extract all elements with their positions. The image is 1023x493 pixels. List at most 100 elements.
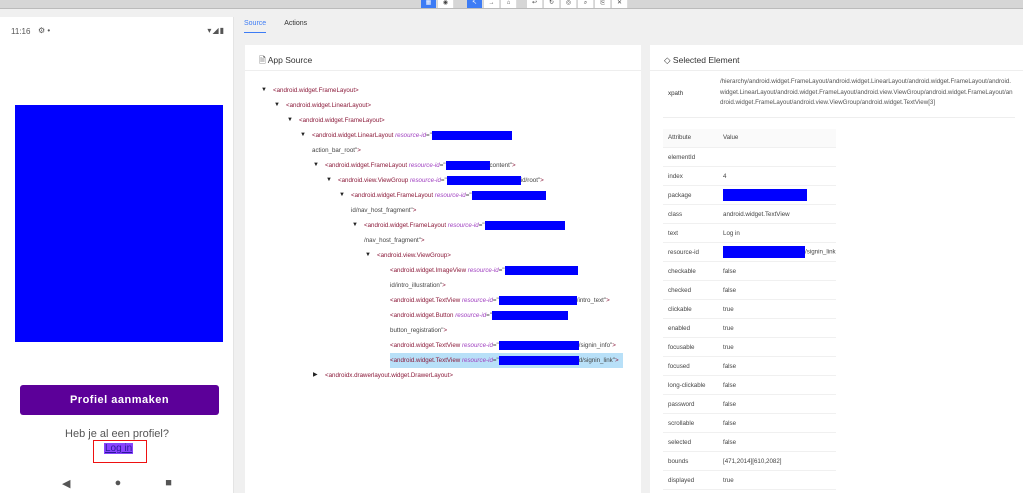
- expand-toggle-icon[interactable]: ▼: [365, 248, 371, 263]
- back-icon[interactable]: ↩: [527, 0, 543, 8]
- settings-icon: ⚙ •: [38, 26, 51, 35]
- expand-toggle-icon[interactable]: ▼: [261, 83, 267, 98]
- attribute-name: scrollable: [663, 413, 718, 433]
- tree-node[interactable]: ▼ <android.view.ViewGroup resource-id=" id…: [326, 173, 573, 188]
- nav-bar: ◀ ● ■: [0, 477, 234, 490]
- attribute-row: focusable true: [663, 337, 836, 357]
- tree-node[interactable]: <android.widget.Button resource-id="butt…: [390, 308, 625, 338]
- attribute-value: false: [718, 356, 836, 376]
- tree-node[interactable]: ▼ <android.widget.FrameLayout resource-id…: [352, 218, 599, 248]
- attribute-value: [471,2014][610,2082]: [718, 451, 836, 471]
- expand-toggle-icon[interactable]: ▼: [274, 98, 280, 113]
- attribute-row: clickable true: [663, 299, 836, 319]
- expand-toggle-icon[interactable]: ▼: [326, 173, 332, 188]
- copy-icon[interactable]: ⎘: [595, 0, 611, 8]
- redacted-value: [723, 246, 805, 258]
- select-icon[interactable]: ↖: [467, 0, 483, 8]
- xpath-value: /hierarchy/android.widget.FrameLayout/an…: [720, 78, 1013, 106]
- attribute-name: resource-id: [663, 242, 718, 262]
- attribute-row: scrollable false: [663, 413, 836, 433]
- app-source-panel: 🗎 App Source ▼ <android.widget.FrameLayou…: [245, 45, 641, 493]
- col-header: Value: [718, 128, 836, 148]
- xpath-label: xpath: [668, 90, 684, 97]
- attr-name: resource-id: [447, 222, 479, 229]
- attr-name: resource-id: [395, 132, 427, 139]
- close-icon[interactable]: ✕: [612, 0, 628, 8]
- eye-icon[interactable]: ◎: [561, 0, 577, 8]
- tag-icon: ◇: [664, 55, 671, 65]
- attr-name: resource-id: [461, 297, 493, 304]
- attribute-row: resource-id/signin_link: [663, 242, 836, 262]
- redacted-value: [491, 310, 568, 320]
- grid-icon[interactable]: ▦: [421, 0, 437, 8]
- attribute-name: text: [663, 223, 718, 243]
- attr-name: resource-id: [455, 312, 487, 319]
- node-tag: <android.widget.TextView: [390, 297, 462, 304]
- refresh-icon[interactable]: ↻: [544, 0, 560, 8]
- source-tree: ▼ <android.widget.FrameLayout> ▼ <android.w…: [245, 71, 641, 383]
- tree-node[interactable]: ▼ <android.widget.LinearLayout>: [274, 98, 521, 113]
- tree-node[interactable]: <android.widget.TextView resource-id="/s…: [390, 338, 625, 353]
- attr-name: resource-id: [467, 267, 499, 274]
- attribute-value: false: [718, 261, 836, 281]
- tree-node[interactable]: <android.widget.ImageView resource-id="i…: [390, 263, 625, 293]
- redacted-value: [445, 160, 490, 170]
- redacted-value: [471, 190, 546, 200]
- redacted-value: [484, 220, 565, 230]
- tree-node[interactable]: ▼ <android.view.ViewGroup>: [365, 248, 612, 263]
- back-icon[interactable]: ◀: [62, 477, 70, 490]
- status-icons: ▾◢▮: [207, 26, 225, 35]
- panel-title: App Source: [267, 55, 313, 65]
- expand-toggle-icon[interactable]: ▼: [352, 218, 358, 233]
- attribute-name: checked: [663, 280, 718, 300]
- attribute-row: package: [663, 185, 836, 205]
- selected-element-panel: ◇ Selected Element xpath /hierarchy/andr…: [650, 45, 1023, 493]
- node-tag: <android.view.ViewGroup: [338, 177, 410, 184]
- attributes-table: Attribute Value elementId index 4 package cla…: [663, 128, 836, 490]
- tree-node[interactable]: ▼ <android.widget.FrameLayout>: [261, 83, 508, 98]
- attribute-row: checkable false: [663, 261, 836, 281]
- expand-toggle-icon[interactable]: ▼: [300, 128, 306, 143]
- redacted-value: [498, 295, 577, 305]
- expand-toggle-icon[interactable]: ▼: [313, 158, 319, 173]
- attribute-name: displayed: [663, 470, 718, 490]
- file-icon: 🗎: [259, 55, 266, 65]
- attribute-value: true: [718, 318, 836, 338]
- tree-node[interactable]: <android.widget.TextView resource-id="/i…: [390, 293, 625, 308]
- signin-link[interactable]: Log in: [104, 443, 134, 454]
- attr-name: resource-id: [408, 162, 440, 169]
- tap-icon[interactable]: ⌂: [501, 0, 517, 8]
- attribute-value: android.widget.TextView: [718, 204, 836, 224]
- attribute-row: displayed true: [663, 470, 836, 490]
- device-screen: 11:16 ⚙ • ▾◢▮ Profiel aanmaken Heb je al…: [0, 17, 234, 493]
- attribute-row: enabled true: [663, 318, 836, 338]
- recents-icon[interactable]: ■: [165, 477, 172, 490]
- tree-node[interactable]: ▼ <android.widget.FrameLayout>: [287, 113, 534, 128]
- status-time: 11:16: [11, 27, 31, 36]
- attribute-row: text Log in: [663, 223, 836, 243]
- expand-toggle-icon[interactable]: ▶: [313, 368, 318, 383]
- home-icon[interactable]: ●: [115, 477, 122, 490]
- globe-icon[interactable]: ◉: [438, 0, 454, 8]
- attribute-name: enabled: [663, 318, 718, 338]
- xpath-row: xpath /hierarchy/android.widget.FrameLay…: [663, 71, 1015, 118]
- tree-node[interactable]: ▼ <android.widget.FrameLayout resource-id…: [313, 158, 560, 173]
- swipe-icon[interactable]: →: [484, 0, 500, 8]
- intro-illustration[interactable]: [15, 105, 223, 342]
- attribute-row: checked false: [663, 280, 836, 300]
- search-icon[interactable]: ⌕: [578, 0, 594, 8]
- attribute-name: clickable: [663, 299, 718, 319]
- expand-toggle-icon[interactable]: ▼: [339, 188, 345, 203]
- col-header: Attribute: [663, 128, 718, 148]
- tree-node[interactable]: <android.widget.TextView resource-id=" d/…: [390, 353, 623, 368]
- tree-node[interactable]: ▶ <androidx.drawerlayout.widget.DrawerLay…: [313, 368, 560, 383]
- expand-toggle-icon[interactable]: ▼: [287, 113, 293, 128]
- tree-node[interactable]: ▼ <android.widget.FrameLayout resource-id…: [339, 188, 586, 218]
- tree-node[interactable]: ▼ <android.widget.LinearLayout resource-i…: [300, 128, 547, 158]
- attribute-name: focusable: [663, 337, 718, 357]
- tab-source[interactable]: Source: [244, 20, 267, 33]
- attribute-row: index 4: [663, 166, 836, 186]
- create-profile-button[interactable]: Profiel aanmaken: [20, 385, 219, 415]
- attribute-value: true: [718, 299, 836, 319]
- tab-actions[interactable]: Actions: [284, 20, 307, 33]
